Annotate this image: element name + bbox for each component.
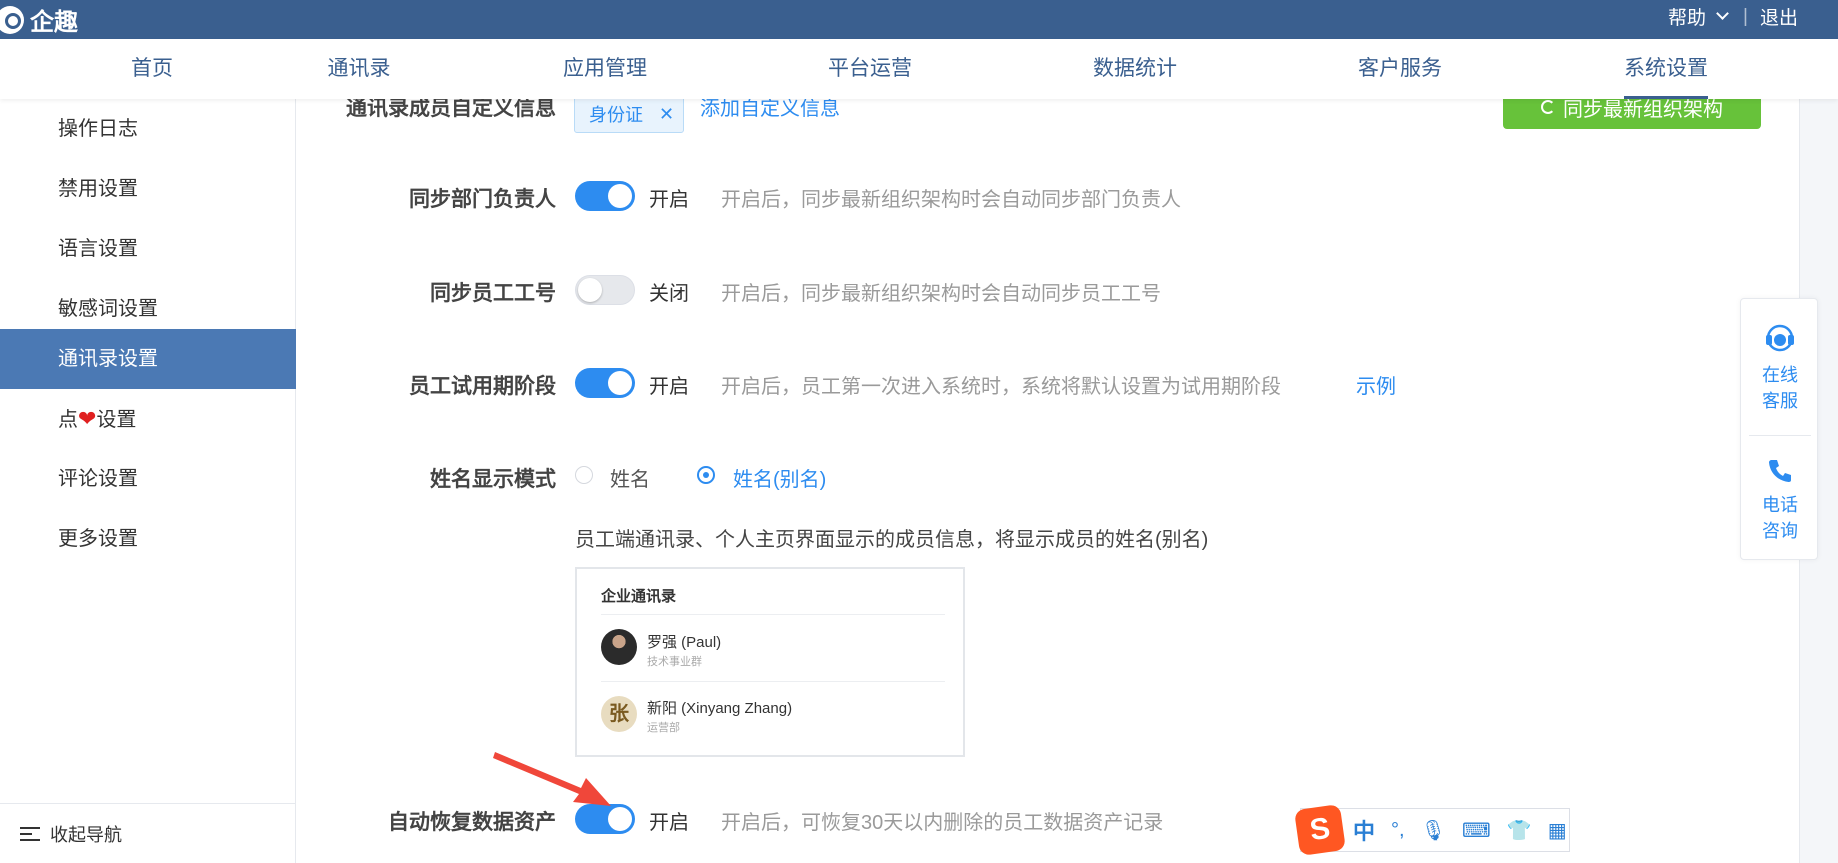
heart-icon: ❤ xyxy=(78,406,97,431)
annotation-arrow-icon xyxy=(493,752,611,806)
chevron-down-icon xyxy=(1716,7,1729,20)
phone-icon xyxy=(1769,460,1791,482)
float-divider xyxy=(1749,435,1811,436)
sidebar-item-language[interactable]: 语言设置 xyxy=(0,219,296,279)
nav-operations[interactable]: 平台运营 xyxy=(828,39,912,99)
logout-link[interactable]: 退出 xyxy=(1760,3,1798,30)
probation-toggle[interactable] xyxy=(575,368,635,398)
custom-info-label: 通讯录成员自定义信息 xyxy=(346,99,556,120)
sidebar-item-more[interactable]: 更多设置 xyxy=(0,509,296,569)
menu-collapse-icon xyxy=(20,826,42,842)
keyboard-icon[interactable]: ⌨ xyxy=(1462,818,1491,843)
sync-dept-head-state: 开启 xyxy=(649,189,689,211)
preview-title: 企业通讯录 xyxy=(601,588,677,605)
online-service-button[interactable]: 在线 客服 xyxy=(1741,321,1819,414)
sync-employee-id-label: 同步员工工号 xyxy=(430,282,556,305)
phone-consult-label-1: 电话 xyxy=(1762,495,1798,515)
nav-system-settings[interactable]: 系统设置 xyxy=(1624,39,1708,99)
name-mode-option-name[interactable]: 姓名 xyxy=(610,463,650,492)
floating-service-panel: 在线 客服 电话 咨询 xyxy=(1740,298,1818,560)
preview-member-name: 罗强 (Paul) xyxy=(647,634,722,651)
close-icon[interactable]: ✕ xyxy=(659,104,674,125)
probation-example-link[interactable]: 示例 xyxy=(1356,370,1396,399)
auto-restore-desc: 开启后，可恢复30天以内删除的员工数据资产记录 xyxy=(721,812,1164,834)
collapse-nav-label: 收起导航 xyxy=(50,824,122,845)
toolbox-grid-icon[interactable]: ▦ xyxy=(1548,818,1567,843)
add-custom-info-link[interactable]: 添加自定义信息 xyxy=(700,99,840,121)
header-divider: | xyxy=(1743,5,1748,27)
custom-info-tag: 身份证 ✕ xyxy=(574,99,684,133)
sidebar-item-comments[interactable]: 评论设置 xyxy=(0,449,296,509)
online-service-label-1: 在线 xyxy=(1762,365,1798,385)
ime-toolbar: S 中 °, 🎙 ⌨ 👕 ▦ xyxy=(1294,804,1570,856)
name-mode-option-alias[interactable]: 姓名(别名) xyxy=(733,463,826,492)
sync-org-button[interactable]: 同步最新组织架构 xyxy=(1503,99,1761,129)
preview-divider xyxy=(601,681,945,682)
brand[interactable]: 企趣 xyxy=(0,0,78,39)
contacts-preview-card: 企业通讯录 罗强 (Paul) 技术事业群 张 新阳 (Xinyang Zhan… xyxy=(575,567,965,757)
sync-dept-head-label: 同步部门负责人 xyxy=(409,188,556,211)
preview-divider xyxy=(601,614,945,615)
name-mode-radio-alias[interactable] xyxy=(697,466,715,484)
online-service-label-2: 客服 xyxy=(1762,391,1798,411)
sync-employee-id-state: 关闭 xyxy=(649,283,689,305)
sync-employee-id-toggle[interactable] xyxy=(575,275,635,305)
avatar xyxy=(601,629,637,665)
auto-restore-label: 自动恢复数据资产 xyxy=(388,811,556,834)
sidebar: 操作日志 禁用设置 语言设置 敏感词设置 通讯录设置 点❤设置 评论设置 更多设… xyxy=(0,99,296,863)
preview-member-dept: 技术事业群 xyxy=(647,656,702,668)
probation-state: 开启 xyxy=(649,376,689,398)
auto-restore-state: 开启 xyxy=(649,812,689,834)
microphone-icon[interactable]: 🎙 xyxy=(1421,818,1446,843)
sidebar-item-like-settings[interactable]: 点❤设置 xyxy=(0,389,296,449)
sidebar-item-disable[interactable]: 禁用设置 xyxy=(0,159,296,219)
nav-customer-service[interactable]: 客户服务 xyxy=(1358,39,1442,99)
sync-dept-head-toggle[interactable] xyxy=(575,181,635,211)
punctuation-icon[interactable]: °, xyxy=(1391,819,1405,842)
ime-lang-toggle[interactable]: 中 xyxy=(1353,814,1375,846)
sidebar-item-operation-log[interactable]: 操作日志 xyxy=(0,99,296,159)
top-header: 企趣 帮助 | 退出 xyxy=(0,0,1838,39)
main-content: 通讯录成员自定义信息 身份证 ✕ 添加自定义信息 同步最新组织架构 同步部门负责… xyxy=(296,99,1800,863)
nav-home[interactable]: 首页 xyxy=(131,39,173,99)
help-label: 帮助 xyxy=(1668,8,1707,29)
sync-org-label: 同步最新组织架构 xyxy=(1563,99,1723,121)
brand-logo-icon xyxy=(0,5,24,34)
tag-label: 身份证 xyxy=(589,105,643,125)
avatar: 张 xyxy=(601,696,637,732)
phone-consult-label-2: 咨询 xyxy=(1762,521,1798,541)
ime-logo-icon[interactable]: S xyxy=(1294,804,1346,856)
name-mode-note: 员工端通讯录、个人主页界面显示的成员信息，将显示成员的姓名(别名) xyxy=(575,529,1209,551)
skin-shirt-icon[interactable]: 👕 xyxy=(1507,818,1532,843)
sync-employee-id-desc: 开启后，同步最新组织架构时会自动同步员工工号 xyxy=(721,283,1161,305)
sidebar-item-like-prefix: 点 xyxy=(58,409,78,431)
sidebar-item-like-suffix: 设置 xyxy=(96,409,137,431)
sidebar-item-contacts-settings[interactable]: 通讯录设置 xyxy=(0,329,296,389)
probation-label: 员工试用期阶段 xyxy=(409,375,556,398)
probation-desc: 开启后，员工第一次进入系统时，系统将默认设置为试用期阶段 xyxy=(721,376,1281,398)
nav-apps[interactable]: 应用管理 xyxy=(563,39,647,99)
nav-contacts[interactable]: 通讯录 xyxy=(328,39,391,99)
brand-name: 企趣 xyxy=(30,9,78,36)
help-menu[interactable]: 帮助 xyxy=(1668,3,1731,30)
preview-member-dept: 运营部 xyxy=(647,722,680,734)
nav-statistics[interactable]: 数据统计 xyxy=(1093,39,1177,99)
name-mode-radio-name[interactable] xyxy=(575,466,593,484)
preview-member-name: 新阳 (Xinyang Zhang) xyxy=(647,700,793,717)
collapse-nav-button[interactable]: 收起导航 xyxy=(0,803,296,863)
headset-icon xyxy=(1766,324,1794,352)
main-nav: 首页 通讯录 应用管理 平台运营 数据统计 客户服务 系统设置 xyxy=(0,39,1838,99)
name-mode-label: 姓名显示模式 xyxy=(430,468,556,491)
sync-dept-head-desc: 开启后，同步最新组织架构时会自动同步部门负责人 xyxy=(721,189,1181,211)
phone-consult-button[interactable]: 电话 咨询 xyxy=(1741,457,1819,544)
refresh-icon xyxy=(1541,100,1555,114)
